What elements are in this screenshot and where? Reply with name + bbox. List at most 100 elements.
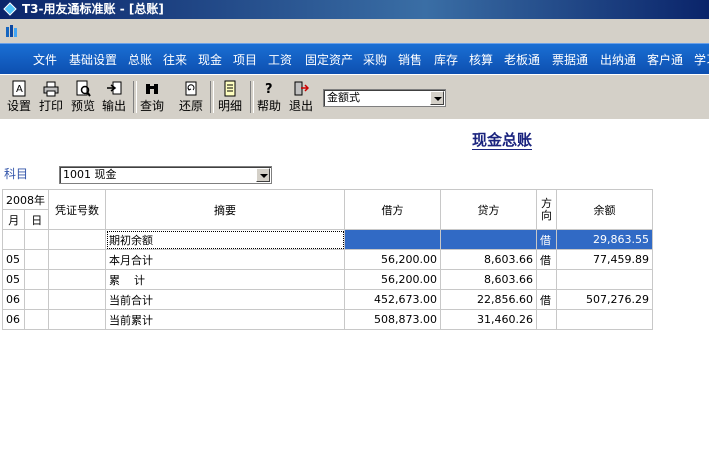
table-row[interactable]: 期初余额 借 29,863.55	[1, 229, 653, 250]
voucher-cell	[48, 309, 106, 330]
svg-text:A: A	[16, 84, 23, 95]
exit-button[interactable]: 退出	[286, 79, 316, 115]
document-window-icon[interactable]	[5, 24, 19, 38]
query-button[interactable]: 查询	[137, 79, 167, 115]
month-cell: 06	[1, 289, 26, 310]
voucher-cell	[48, 269, 106, 290]
help-icon: ?	[265, 82, 273, 97]
report-area: 现金总账 科目 1001 现金 2008年 凭证号数 摘要 借方 贷方 方向 余…	[0, 119, 709, 467]
subject-select-value: 1001 现金	[63, 168, 117, 181]
table-row[interactable]: 05 本月合计 56,200.00 8,603.66 借 77,459.89	[1, 249, 653, 270]
summary-header: 摘要	[105, 189, 345, 230]
day-cell	[24, 249, 49, 270]
summary-cell[interactable]: 期初余额	[105, 229, 345, 250]
menu-bar: 文件 基础设置 总账 往来 现金 项目 工资 固定资产 采购 销售 库存 核算 …	[0, 43, 709, 75]
menu-inventory[interactable]: 库存	[434, 44, 458, 74]
app-icon	[3, 2, 17, 16]
menu-accounting[interactable]: 核算	[469, 44, 493, 74]
month-cell	[1, 229, 26, 250]
query-label: 查询	[139, 99, 164, 113]
menu-cashier[interactable]: 出纳通	[600, 44, 636, 74]
page-title: 现金总账	[472, 131, 533, 150]
settings-label: 设置	[6, 99, 31, 113]
toolbar-separator	[210, 81, 214, 113]
menu-bill[interactable]: 票据通	[552, 44, 588, 74]
menu-study[interactable]: 学习	[694, 44, 709, 74]
menu-purchase[interactable]: 采购	[363, 44, 387, 74]
day-cell	[24, 269, 49, 290]
help-button[interactable]: ? 帮助	[254, 79, 284, 115]
credit-cell: 22,856.60	[440, 289, 537, 310]
format-select[interactable]: 金额式	[323, 89, 446, 107]
menu-receivables[interactable]: 往来	[163, 44, 187, 74]
detail-button[interactable]: 明细	[215, 79, 245, 115]
title-bar: T3-用友通标准账 - [总账]	[0, 0, 709, 19]
chevron-down-icon[interactable]	[256, 168, 270, 182]
menu-file[interactable]: 文件	[33, 44, 57, 74]
settings-button[interactable]: A 设置	[5, 79, 33, 115]
preview-label: 预览	[70, 99, 95, 113]
debit-cell: 452,673.00	[344, 289, 441, 310]
export-button[interactable]: 输出	[99, 79, 129, 115]
balance-cell: 507,276.29	[556, 289, 653, 310]
month-cell: 05	[1, 249, 26, 270]
debit-cell	[344, 229, 441, 250]
menu-boss[interactable]: 老板通	[504, 44, 540, 74]
system-icon-strip	[0, 19, 709, 43]
preview-button[interactable]: 预览	[68, 79, 98, 115]
balance-cell	[556, 309, 653, 330]
binoculars-icon	[146, 84, 158, 94]
restore-button[interactable]: 还原	[176, 79, 206, 115]
balance-cell: 29,863.55	[556, 229, 653, 250]
direction-cell: 借	[536, 289, 557, 310]
detail-label: 明细	[217, 99, 242, 113]
menu-basic-settings[interactable]: 基础设置	[69, 44, 117, 74]
preview-icon	[76, 80, 91, 97]
svg-text:?: ?	[265, 82, 273, 97]
direction-cell: 借	[536, 229, 557, 250]
window-title: T3-用友通标准账 - [总账]	[22, 2, 164, 16]
direction-cell	[536, 309, 557, 330]
direction-header: 方向	[536, 189, 557, 230]
debit-cell: 56,200.00	[344, 249, 441, 270]
exit-label: 退出	[288, 99, 313, 113]
print-label: 打印	[38, 99, 63, 113]
debit-cell: 56,200.00	[344, 269, 441, 290]
direction-cell	[536, 269, 557, 290]
menu-customer[interactable]: 客户通	[647, 44, 683, 74]
voucher-cell	[48, 289, 106, 310]
direction-cell: 借	[536, 249, 557, 270]
summary-cell: 当前合计	[105, 289, 345, 310]
chevron-down-icon[interactable]	[430, 91, 444, 105]
menu-general-ledger[interactable]: 总账	[128, 44, 152, 74]
printer-icon	[43, 81, 59, 97]
summary-cell: 本月合计	[105, 249, 345, 270]
table-row[interactable]: 06 当前合计 452,673.00 22,856.60 借 507,276.2…	[1, 289, 653, 310]
toolbar: A 设置 打印 预览 输出 查询 还原 明细 ? 帮助 退出 金额式	[0, 74, 709, 120]
month-cell: 05	[1, 269, 26, 290]
menu-payroll[interactable]: 工资	[268, 44, 292, 74]
menu-fixed-assets[interactable]: 固定资产	[305, 44, 353, 74]
summary-cell: 当前累计	[105, 309, 345, 330]
print-button[interactable]: 打印	[36, 79, 66, 115]
subject-select[interactable]: 1001 现金	[59, 166, 272, 184]
menu-project[interactable]: 项目	[233, 44, 257, 74]
subject-label: 科目	[4, 167, 29, 181]
credit-header: 贷方	[440, 189, 537, 230]
table-row[interactable]: 06 当前累计 508,873.00 31,460.26	[1, 309, 653, 330]
menu-sales[interactable]: 销售	[398, 44, 422, 74]
credit-cell: 8,603.66	[440, 249, 537, 270]
restore-label: 还原	[178, 99, 203, 113]
exit-icon	[294, 81, 309, 96]
month-cell: 06	[1, 309, 26, 330]
credit-cell: 31,460.26	[440, 309, 537, 330]
help-label: 帮助	[256, 99, 281, 113]
table-row[interactable]: 05 累 计 56,200.00 8,603.66	[1, 269, 653, 290]
voucher-header: 凭证号数	[48, 189, 106, 230]
year-header: 2008年	[2, 189, 49, 210]
day-cell	[24, 229, 49, 250]
menu-cash[interactable]: 现金	[198, 44, 222, 74]
voucher-cell	[48, 229, 106, 250]
day-header: 日	[24, 209, 49, 230]
debit-header: 借方	[344, 189, 441, 230]
